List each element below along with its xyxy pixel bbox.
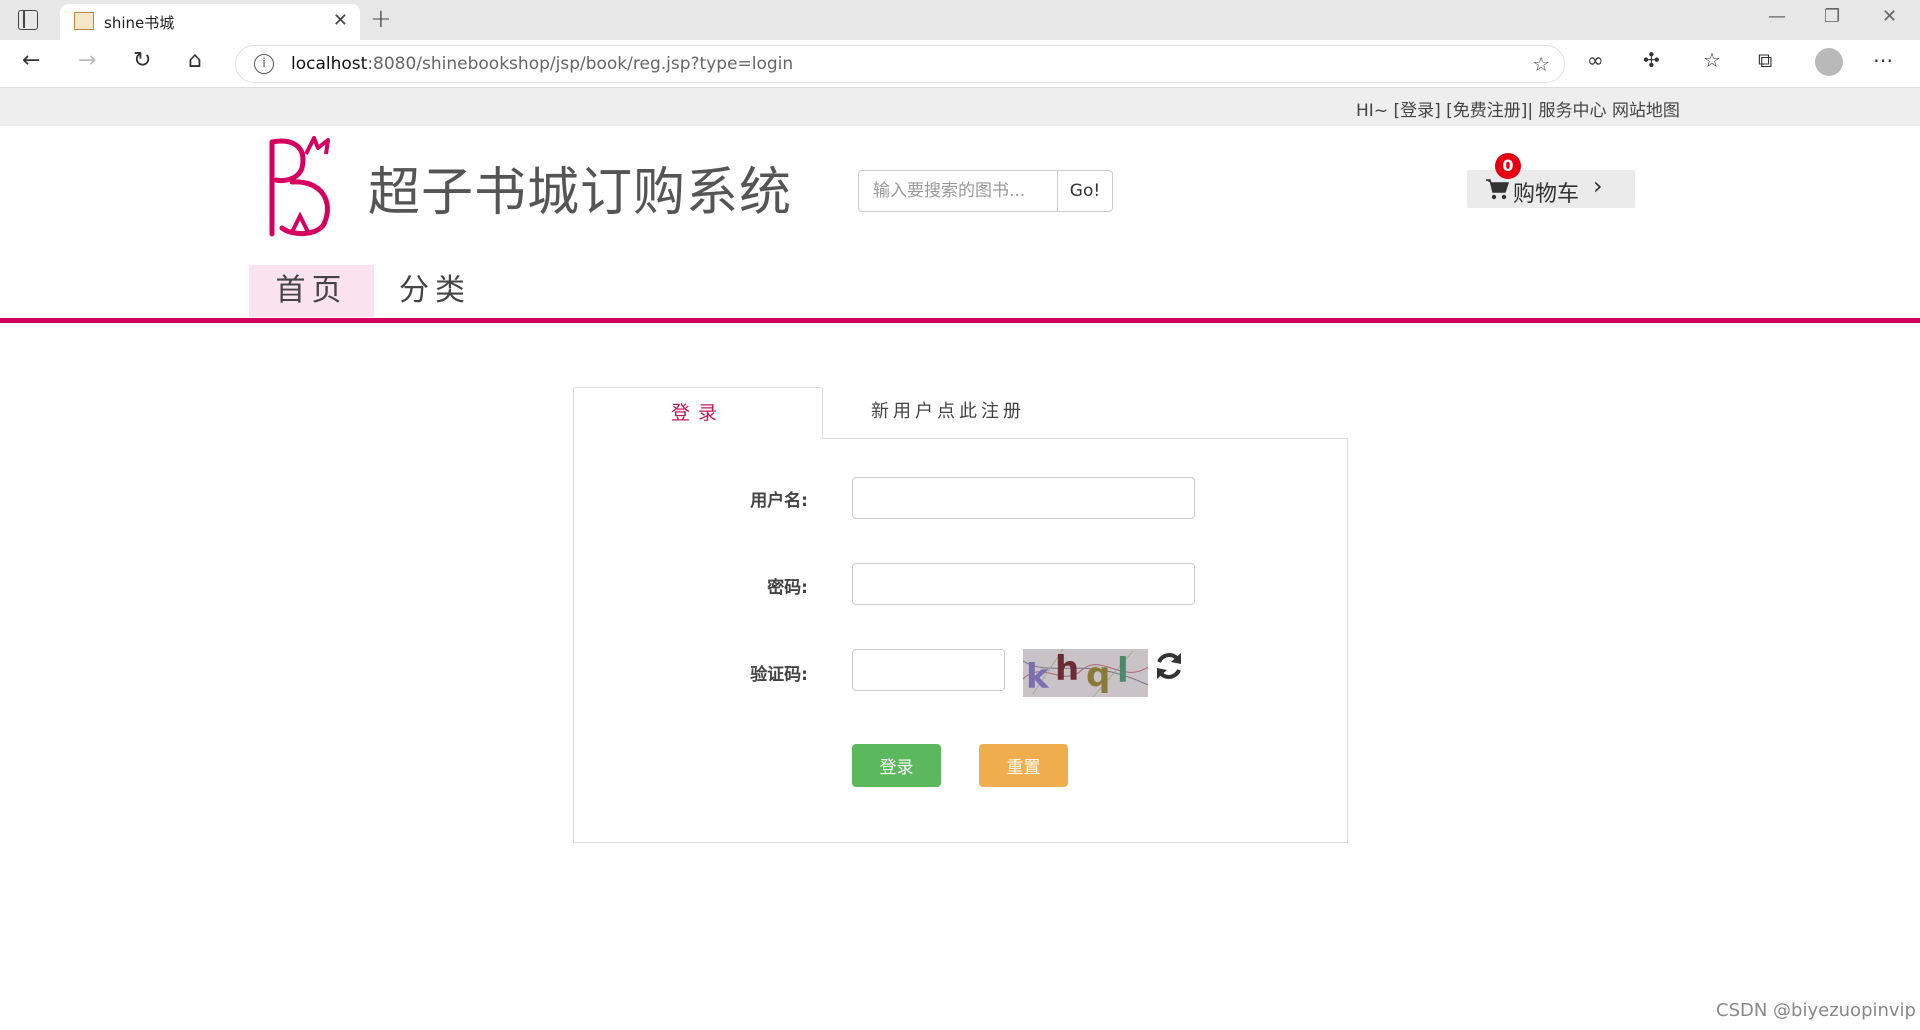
cart-icon [1486,179,1509,200]
site-title: 超子书城订购系统 [368,163,793,223]
url-text[interactable]: localhost:8080/shinebookshop/jsp/book/re… [291,54,793,74]
sitemap-link[interactable]: 网站地图 [1612,101,1680,121]
password-input[interactable] [852,563,1195,605]
nav-home[interactable]: 首页 [249,265,374,317]
cart-count-badge: 0 [1495,153,1521,179]
captcha-input[interactable] [852,649,1005,691]
separator-text: | [1527,101,1539,121]
close-tab-icon[interactable]: ✕ [333,10,348,31]
captcha-char: l [1117,651,1129,691]
top-link-bar: HI~ [登录] [免费注册]| 服务中心 网站地图 [0,88,1920,126]
home-icon[interactable]: ⌂ [188,48,202,73]
profile-avatar[interactable] [1815,48,1843,76]
extensions-icon[interactable]: ✣ [1643,48,1660,72]
restore-icon[interactable]: ❐ [1824,6,1840,27]
watermark: CSDN @biyezuopinvip [1716,1000,1916,1021]
collections-icon[interactable]: ⧉ [1758,48,1772,72]
service-center-link[interactable]: 服务中心 [1539,101,1607,121]
add-favorite-icon[interactable]: ☆ [1532,52,1550,76]
back-icon[interactable]: ← [22,48,40,73]
browser-tab[interactable]: shine书城 ✕ [60,4,360,40]
captcha-image[interactable]: k h q l [1023,649,1148,697]
cart-button[interactable]: 购物车 › [1467,170,1635,208]
browser-tabstrip: shine书城 ✕ + — ❐ ✕ [0,0,1920,40]
site-logo [269,136,330,237]
tab-title: shine书城 [104,14,175,32]
captcha-char: q [1086,655,1111,695]
new-tab-icon[interactable]: + [370,4,392,34]
register-link[interactable]: [免费注册] [1446,101,1527,121]
greeting-text: HI~ [1356,101,1394,121]
login-button[interactable]: 登录 [852,744,941,787]
password-label: 密码: [767,578,808,598]
tab-actions-icon[interactable] [18,10,38,30]
site-info-icon[interactable]: i [254,54,274,74]
more-icon[interactable]: ⋯ [1873,48,1893,72]
window-close-icon[interactable]: ✕ [1882,6,1897,27]
login-link[interactable]: [登录] [1393,101,1440,121]
favicon-icon [74,12,94,30]
address-bar[interactable]: i localhost:8080/shinebookshop/jsp/book/… [235,45,1565,83]
username-input[interactable] [852,477,1195,519]
nav-divider [0,318,1920,323]
tab-register[interactable]: 新用户点此注册 [823,387,1073,439]
nav-category[interactable]: 分类 [390,265,480,317]
captcha-char: k [1026,657,1049,697]
username-label: 用户名: [750,491,808,511]
favorites-icon[interactable]: ☆ [1703,48,1721,72]
browser-toolbar: ← → ↻ ⌂ i localhost:8080/shinebookshop/j… [0,40,1920,88]
minimize-icon[interactable]: — [1768,6,1786,27]
tab-login[interactable]: 登录 [573,387,823,439]
captcha-char: h [1055,649,1080,689]
forward-icon[interactable]: → [78,48,96,73]
refresh-captcha-icon[interactable] [1154,650,1184,682]
chevron-right-icon: › [1593,172,1603,200]
search-input[interactable] [858,170,1058,212]
infinity-icon[interactable]: ∞ [1587,48,1604,72]
search-button[interactable]: Go! [1057,170,1113,212]
cart-label: 购物车 [1513,182,1580,207]
reset-button[interactable]: 重置 [979,744,1068,787]
captcha-label: 验证码: [750,665,808,685]
reload-icon[interactable]: ↻ [133,48,151,73]
